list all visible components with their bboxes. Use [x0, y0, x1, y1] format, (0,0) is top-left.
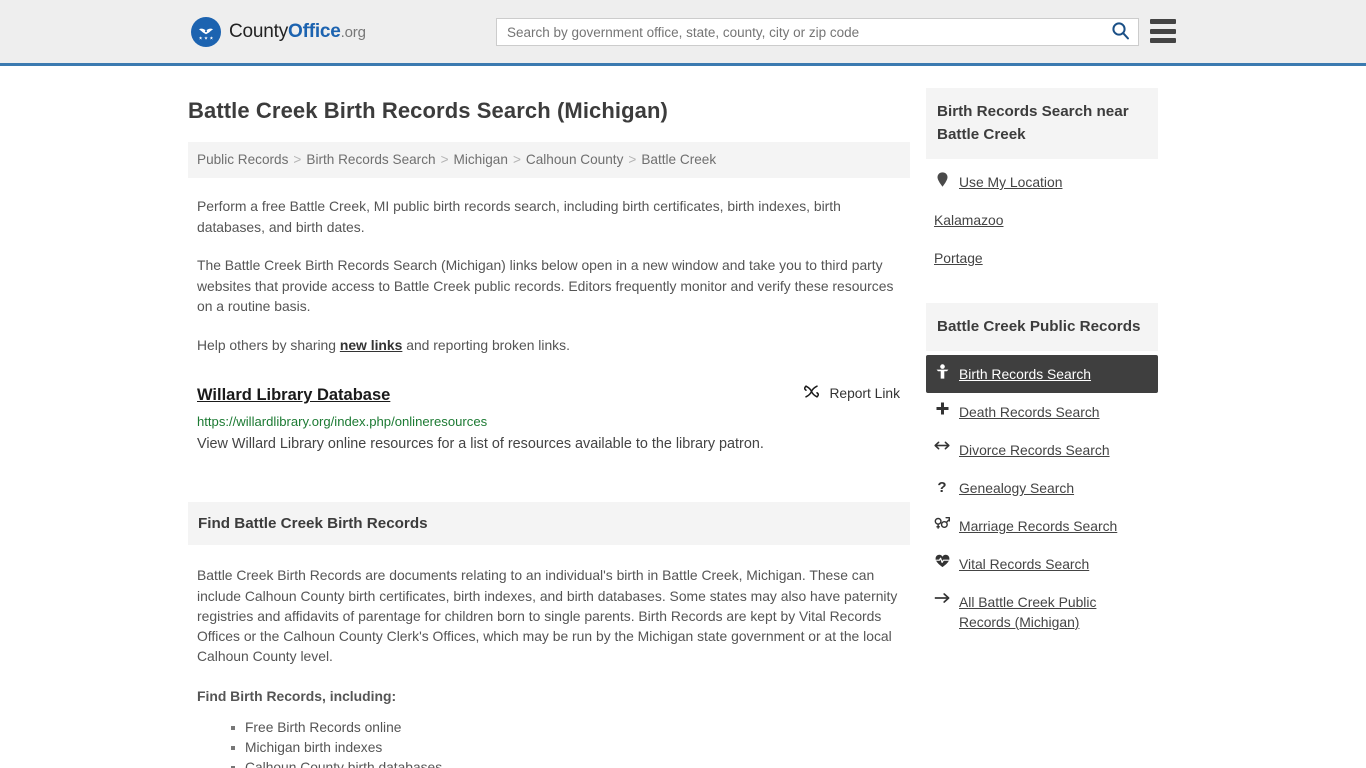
- breadcrumb-item-michigan[interactable]: Michigan: [454, 152, 508, 167]
- site-header: CountyOffice.org: [0, 0, 1366, 66]
- sidebar-item-label: Kalamazoo: [934, 212, 1004, 228]
- breadcrumb: Public Records > Birth Records Search > Mich…: [188, 142, 910, 179]
- sidebar-item-label: Birth Records Search: [959, 366, 1092, 382]
- cross-icon: [934, 402, 950, 415]
- sidebar-item-all-public-records[interactable]: All Battle Creek Public Records (Michiga…: [926, 583, 1158, 641]
- sidebar: Birth Records Search near Battle Creek U…: [926, 66, 1158, 647]
- sidebar-item-label: Portage: [934, 250, 983, 266]
- breadcrumb-item-birth-records-search[interactable]: Birth Records Search: [306, 152, 435, 167]
- intro-paragraph-2: The Battle Creek Birth Records Search (M…: [197, 257, 894, 315]
- search-icon: [1111, 21, 1130, 43]
- sidebar-item-label: Use My Location: [959, 174, 1063, 190]
- sidebar-item-vital-records-search[interactable]: Vital Records Search: [926, 545, 1158, 583]
- breadcrumb-separator: >: [440, 152, 449, 167]
- sidebar-item-kalamazoo[interactable]: Kalamazoo: [926, 201, 1158, 239]
- arrow-right-icon: [934, 592, 950, 604]
- sidebar-item-label: Vital Records Search: [959, 556, 1090, 572]
- question-mark-icon: ?: [937, 479, 947, 496]
- list-item: Michigan birth indexes: [231, 738, 901, 758]
- sidebar-item-birth-records-search[interactable]: Birth Records Search: [926, 355, 1158, 393]
- eagle-seal-icon: [191, 16, 221, 47]
- list-item: Free Birth Records online: [231, 718, 901, 738]
- sidebar-item-label: Genealogy Search: [959, 480, 1075, 496]
- section-paragraph: Battle Creek Birth Records are documents…: [197, 567, 898, 665]
- brand-part-tld: .org: [340, 23, 366, 41]
- main-column: Battle Creek Birth Records Search (Michi…: [188, 66, 910, 768]
- result-header-row: Willard Library Database Report Link: [197, 383, 901, 405]
- share-text-before: Help others by sharing: [197, 336, 340, 353]
- male-female-symbol-icon: [934, 516, 950, 530]
- sidebar-item-divorce-records-search[interactable]: Divorce Records Search: [926, 431, 1158, 469]
- sidebar-item-marriage-records-search[interactable]: Marriage Records Search: [926, 507, 1158, 545]
- find-records-list: Free Birth Records online Michigan birth…: [197, 718, 901, 768]
- intro-paragraph-3: Help others by sharing new links and rep…: [188, 335, 910, 356]
- sidebar-item-genealogy-search[interactable]: ? Genealogy Search: [926, 469, 1158, 507]
- search-result-item: Willard Library Database Report Link htt…: [188, 383, 910, 454]
- section-subheading: Find Birth Records, including:: [197, 688, 397, 705]
- report-link-label: Report Link: [829, 385, 900, 401]
- breadcrumb-separator: >: [628, 152, 637, 167]
- result-description: View Willard Library online resources fo…: [197, 436, 764, 453]
- list-item: Calhoun County birth databases: [231, 758, 901, 768]
- breadcrumb-item-battle-creek[interactable]: Battle Creek: [641, 152, 716, 167]
- breadcrumb-item-calhoun-county[interactable]: Calhoun County: [526, 152, 624, 167]
- sidebar-item-death-records-search[interactable]: Death Records Search: [926, 393, 1158, 431]
- intro-paragraph-1: Perform a free Battle Creek, MI public b…: [197, 198, 841, 235]
- section-heading-find-birth-records: Find Battle Creek Birth Records: [188, 502, 910, 546]
- map-pin-icon: [934, 172, 950, 187]
- brand-part-county: County: [229, 20, 289, 42]
- report-link-button[interactable]: Report Link: [803, 383, 901, 403]
- panel-public-records: Battle Creek Public Records Birth Record…: [926, 303, 1158, 641]
- breadcrumb-item-public-records[interactable]: Public Records: [197, 152, 288, 167]
- broken-link-icon: [803, 383, 820, 403]
- panel-body-nearby: Use My Location Kalamazoo Portage: [926, 159, 1158, 277]
- search-bar: [496, 18, 1139, 46]
- page-title: Battle Creek Birth Records Search (Michi…: [188, 98, 668, 123]
- sidebar-item-label: Death Records Search: [959, 404, 1100, 420]
- sidebar-item-label: All Battle Creek Public Records (Michiga…: [959, 594, 1097, 630]
- left-right-arrow-icon: [934, 440, 950, 451]
- panel-title-nearby: Birth Records Search near Battle Creek: [926, 88, 1158, 159]
- sidebar-item-portage[interactable]: Portage: [926, 239, 1158, 277]
- brand-wordmark: CountyOffice.org: [229, 21, 366, 43]
- sidebar-item-use-my-location[interactable]: Use My Location: [926, 163, 1158, 201]
- result-url: https://willardlibrary.org/index.php/onl…: [197, 414, 488, 430]
- panel-nearby-searches: Birth Records Search near Battle Creek U…: [926, 88, 1158, 277]
- panel-body-public-records: Birth Records Search Death Records Searc…: [926, 351, 1158, 641]
- hamburger-menu-icon[interactable]: [1150, 19, 1176, 43]
- baby-icon: [934, 364, 950, 379]
- panel-title-public-records: Battle Creek Public Records: [926, 303, 1158, 351]
- site-logo[interactable]: CountyOffice.org: [191, 16, 366, 47]
- share-text-after: and reporting broken links.: [402, 336, 570, 353]
- heartbeat-icon: [934, 554, 950, 568]
- sidebar-item-label: Divorce Records Search: [959, 442, 1110, 458]
- sidebar-item-label: Marriage Records Search: [959, 518, 1118, 534]
- breadcrumb-separator: >: [293, 152, 302, 167]
- new-links-link[interactable]: new links: [340, 337, 403, 353]
- page-body: Battle Creek Birth Records Search (Michi…: [0, 66, 1366, 768]
- section-body: Battle Creek Birth Records are documents…: [188, 565, 910, 768]
- search-button[interactable]: [1102, 19, 1138, 45]
- brand-part-office: Office: [288, 20, 341, 42]
- result-title-link[interactable]: Willard Library Database: [197, 386, 390, 405]
- search-input[interactable]: [497, 19, 1102, 45]
- content-container: Battle Creek Birth Records Search (Michi…: [188, 66, 1178, 768]
- breadcrumb-separator: >: [512, 152, 521, 167]
